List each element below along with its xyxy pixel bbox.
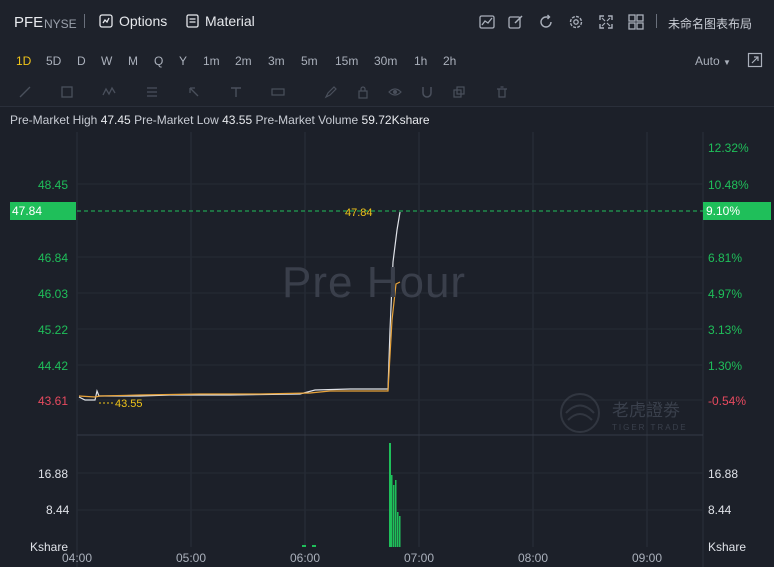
volume-axis-label: 16.88: [708, 467, 738, 481]
refresh-icon[interactable]: [537, 13, 555, 31]
tab-5m[interactable]: 5m: [301, 54, 318, 68]
edit-icon[interactable]: [507, 13, 525, 31]
low-marker: 43.55: [115, 398, 143, 410]
pencil-icon[interactable]: [324, 85, 338, 99]
current-price-tag: 47.84: [10, 202, 76, 220]
tab-1m[interactable]: 1m: [203, 54, 220, 68]
price-axis-label: 44.42: [38, 359, 68, 373]
layout-name[interactable]: 未命名图表布局: [668, 15, 752, 32]
time-axis-label: 08:00: [518, 551, 548, 565]
top-bar: PFE NYSE Options Material 未命名图表布局: [0, 0, 774, 45]
premarket-low-label: Pre-Market Low: [134, 113, 219, 127]
tab-y[interactable]: Y: [179, 54, 187, 68]
options-label: Options: [119, 13, 168, 29]
scale-mode-label: Auto: [695, 54, 720, 68]
tab-30m[interactable]: 30m: [374, 54, 397, 68]
tab-15m[interactable]: 15m: [335, 54, 358, 68]
pct-axis-label: -0.54%: [708, 394, 746, 408]
chevron-down-icon: ▼: [723, 58, 731, 67]
time-axis-label: 06:00: [290, 551, 320, 565]
pattern-tool-icon[interactable]: [102, 85, 116, 99]
price-axis-label: 48.45: [38, 178, 68, 192]
time-axis-label: 04:00: [62, 551, 92, 565]
lock-icon[interactable]: [356, 85, 370, 99]
magnet-icon[interactable]: [420, 85, 434, 99]
tab-q[interactable]: Q: [154, 54, 163, 68]
divider: [84, 14, 85, 28]
pct-axis-label: 1.30%: [708, 359, 742, 373]
trash-icon[interactable]: [495, 85, 509, 99]
tab-d[interactable]: D: [77, 54, 86, 68]
exchange: NYSE: [44, 17, 77, 31]
pct-axis-label: 3.13%: [708, 323, 742, 337]
tab-w[interactable]: W: [101, 54, 112, 68]
brand-watermark-sub: TIGER TRADE: [612, 423, 688, 432]
premarket-volume-label: Pre-Market Volume: [255, 113, 359, 127]
text-tool-icon[interactable]: [229, 85, 243, 99]
arrow-tool-icon[interactable]: [187, 85, 201, 99]
eye-icon[interactable]: [388, 85, 402, 99]
tab-2m[interactable]: 2m: [235, 54, 252, 68]
price-marker: 47.84: [345, 207, 373, 219]
material-label: Material: [205, 13, 255, 29]
volume-axis-unit: Kshare: [708, 540, 746, 554]
premarket-volume-value: 59.72Kshare: [361, 113, 430, 127]
document-icon: [186, 14, 199, 28]
price-axis-label: 43.61: [38, 394, 68, 408]
tab-5d[interactable]: 5D: [46, 54, 61, 68]
line-tool-icon[interactable]: [18, 85, 32, 99]
volume-axis-label: 16.88: [38, 467, 68, 481]
layers-icon[interactable]: [452, 85, 466, 99]
price-axis-label: 46.03: [38, 287, 68, 301]
volume-bars: [302, 443, 401, 547]
ruler-tool-icon[interactable]: [271, 85, 285, 99]
tab-1d[interactable]: 1D: [16, 54, 31, 68]
premarket-high-value: 47.45: [100, 113, 131, 127]
premarket-info: Pre-Market High 47.45 Pre-Market Low 43.…: [10, 113, 430, 127]
tab-3m[interactable]: 3m: [268, 54, 285, 68]
pre-hour-watermark: Pre Hour: [282, 258, 467, 307]
chart-type-icon[interactable]: [478, 13, 496, 31]
premarket-low-value: 43.55: [222, 113, 253, 127]
expand-icon[interactable]: [747, 52, 763, 68]
time-axis-label: 05:00: [176, 551, 206, 565]
pct-axis-label: 12.32%: [708, 141, 749, 155]
pct-axis-label: 6.81%: [708, 251, 742, 265]
tab-2h[interactable]: 2h: [443, 54, 456, 68]
grid-layout-icon[interactable]: [627, 13, 645, 31]
premarket-high-label: Pre-Market High: [10, 113, 98, 127]
volume-axis-label: 8.44: [46, 503, 70, 517]
fibonacci-tool-icon[interactable]: [145, 85, 159, 99]
time-axis-label: 09:00: [632, 551, 662, 565]
rectangle-tool-icon[interactable]: [60, 85, 74, 99]
drawing-toolbar: [0, 78, 774, 107]
pct-axis-label: 4.97%: [708, 287, 742, 301]
price-axis-label: 45.22: [38, 323, 68, 337]
options-icon: [99, 14, 113, 28]
volume-axis-label: 8.44: [708, 503, 732, 517]
options-button[interactable]: Options: [99, 13, 167, 29]
gear-icon[interactable]: [567, 13, 585, 31]
time-axis-label: 07:00: [404, 551, 434, 565]
brand-watermark: 老虎證劵: [612, 401, 680, 420]
divider: [656, 14, 657, 28]
price-axis-label: 46.84: [38, 251, 68, 265]
pct-axis-label: 10.48%: [708, 178, 749, 192]
fullscreen-icon[interactable]: [597, 13, 615, 31]
tab-1h[interactable]: 1h: [414, 54, 427, 68]
price-chart[interactable]: 老虎證劵 TIGER TRADE 48.45 46.84 46.03 45.22…: [0, 132, 774, 567]
scale-mode-dropdown[interactable]: Auto ▼: [695, 54, 731, 68]
symbol[interactable]: PFE: [14, 14, 43, 31]
current-pct-tag: 9.10%: [703, 202, 771, 220]
tab-m[interactable]: M: [128, 54, 138, 68]
material-button[interactable]: Material: [186, 13, 255, 29]
timeframe-bar: 1D 5D D W M Q Y 1m 2m 3m 5m 15m 30m 1h 2…: [0, 44, 774, 78]
